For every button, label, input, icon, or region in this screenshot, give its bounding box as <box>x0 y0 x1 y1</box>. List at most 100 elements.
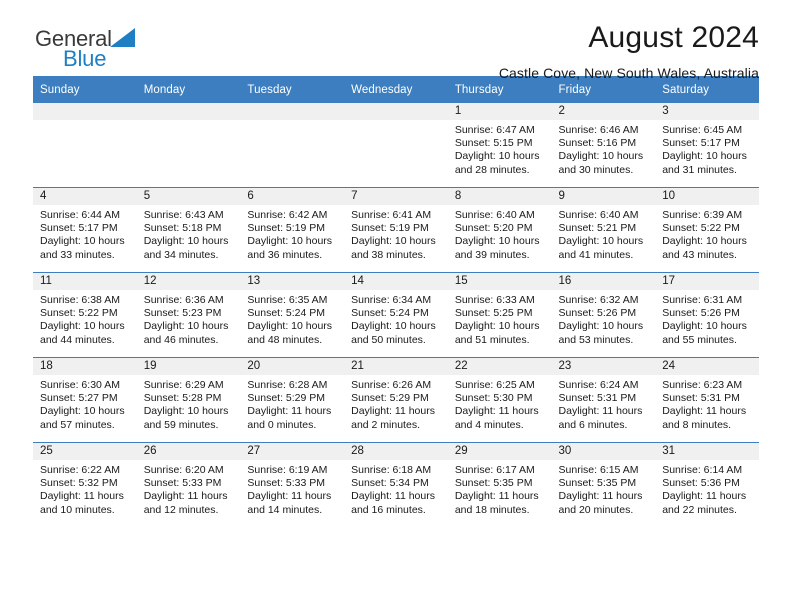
calendar-day-cell[interactable]: 10 Sunrise: 6:39 AM Sunset: 5:22 PM Dayligh… <box>655 187 759 273</box>
generalblue-logo[interactable]: General Blue <box>35 28 136 70</box>
calendar-day-cell[interactable]: 17 Sunrise: 6:31 AM Sunset: 5:26 PM Dayligh… <box>655 272 759 358</box>
day-number: 27 <box>240 443 345 460</box>
calendar-day-cell[interactable]: 22 Sunrise: 6:25 AM Sunset: 5:30 PM Dayligh… <box>447 357 552 443</box>
day-sun-info: Sunrise: 6:38 AM Sunset: 5:22 PM Daylight:… <box>33 290 137 347</box>
calendar-day-cell[interactable]: 6 Sunrise: 6:42 AM Sunset: 5:19 PM Daylight… <box>240 187 345 273</box>
day-number: 16 <box>551 273 656 290</box>
calendar-day-cell[interactable]: 26 Sunrise: 6:20 AM Sunset: 5:33 PM Dayligh… <box>136 442 241 527</box>
day-sun-info: Sunrise: 6:39 AM Sunset: 5:22 PM Daylight:… <box>655 205 759 262</box>
daylight-text-line2: and 50 minutes. <box>351 333 426 346</box>
calendar-day-cell[interactable]: 7 Sunrise: 6:41 AM Sunset: 5:19 PM Daylight… <box>344 187 448 273</box>
day-number <box>344 103 448 120</box>
page-header: General Blue August 2024 Castle Cove, Ne… <box>33 0 759 81</box>
calendar-day-cell[interactable]: 16 Sunrise: 6:32 AM Sunset: 5:26 PM Dayligh… <box>551 272 656 358</box>
day-box <box>136 103 241 187</box>
day-number: 7 <box>344 188 448 205</box>
daylight-text-line2: and 10 minutes. <box>40 503 115 516</box>
sunrise-text: Sunrise: 6:32 AM <box>558 294 639 306</box>
daylight-text-line2: and 46 minutes. <box>143 333 219 346</box>
daylight-text-line2: and 59 minutes. <box>143 418 219 431</box>
daylight-text-line1: Daylight: 11 hours <box>454 405 539 418</box>
daylight-text-line2: and 16 minutes. <box>351 503 426 516</box>
day-box: 3 Sunrise: 6:45 AM Sunset: 5:17 PM Daylight… <box>655 103 759 187</box>
calendar-day-cell[interactable]: 25 Sunrise: 6:22 AM Sunset: 5:32 PM Dayligh… <box>33 442 137 527</box>
day-sun-info: Sunrise: 6:24 AM Sunset: 5:31 PM Daylight:… <box>552 375 656 432</box>
calendar-day-cell[interactable]: 1 Sunrise: 6:47 AM Sunset: 5:15 PM Daylight… <box>447 103 552 188</box>
sunrise-text: Sunrise: 6:46 AM <box>558 124 639 136</box>
calendar-day-cell[interactable]: 5 Sunrise: 6:43 AM Sunset: 5:18 PM Daylight… <box>136 187 241 273</box>
day-number: 30 <box>551 443 656 460</box>
calendar-day-cell[interactable]: 12 Sunrise: 6:36 AM Sunset: 5:23 PM Dayligh… <box>136 272 241 358</box>
calendar-day-cell[interactable]: 15 Sunrise: 6:33 AM Sunset: 5:25 PM Dayligh… <box>447 272 552 358</box>
calendar-day-cell[interactable]: 18 Sunrise: 6:30 AM Sunset: 5:27 PM Dayligh… <box>33 357 137 443</box>
daylight-text-line1: Daylight: 10 hours <box>662 235 747 248</box>
title-block: August 2024 Castle Cove, New South Wales… <box>499 22 759 81</box>
weekday-header-tuesday: Tuesday <box>240 76 345 103</box>
sunset-text: Sunset: 5:19 PM <box>247 222 326 235</box>
sunrise-text: Sunrise: 6:15 AM <box>558 464 639 476</box>
day-sun-info: Sunrise: 6:19 AM Sunset: 5:33 PM Daylight:… <box>240 460 344 517</box>
sunrise-text: Sunrise: 6:20 AM <box>143 464 224 476</box>
day-box: 30 Sunrise: 6:15 AM Sunset: 5:35 PM Dayligh… <box>551 443 656 527</box>
day-number: 24 <box>655 358 759 375</box>
calendar-day-cell[interactable]: 21 Sunrise: 6:26 AM Sunset: 5:29 PM Dayligh… <box>344 357 448 443</box>
sunrise-text: Sunrise: 6:40 AM <box>454 209 535 221</box>
calendar-day-cell[interactable]: 14 Sunrise: 6:34 AM Sunset: 5:24 PM Dayligh… <box>344 272 448 358</box>
calendar-day-cell[interactable]: 9 Sunrise: 6:40 AM Sunset: 5:21 PM Daylight… <box>551 187 656 273</box>
calendar-day-cell[interactable]: 28 Sunrise: 6:18 AM Sunset: 5:34 PM Dayligh… <box>344 442 448 527</box>
calendar-day-cell[interactable]: 31 Sunrise: 6:14 AM Sunset: 5:36 PM Dayligh… <box>655 442 759 527</box>
sunset-text: Sunset: 5:35 PM <box>558 477 637 490</box>
day-box: 21 Sunrise: 6:26 AM Sunset: 5:29 PM Dayligh… <box>344 358 448 442</box>
daylight-text-line1: Daylight: 11 hours <box>351 405 435 418</box>
day-sun-info: Sunrise: 6:29 AM Sunset: 5:28 PM Daylight:… <box>137 375 241 432</box>
daylight-text-line1: Daylight: 11 hours <box>143 490 228 503</box>
calendar-day-cell[interactable]: 8 Sunrise: 6:40 AM Sunset: 5:20 PM Daylight… <box>447 187 552 273</box>
calendar-table: Sunday Monday Tuesday Wednesday Thursday… <box>33 76 759 527</box>
day-box: 22 Sunrise: 6:25 AM Sunset: 5:30 PM Dayligh… <box>447 358 552 442</box>
daylight-text-line2: and 30 minutes. <box>558 163 634 176</box>
day-number: 17 <box>655 273 759 290</box>
day-box: 1 Sunrise: 6:47 AM Sunset: 5:15 PM Daylight… <box>447 103 552 187</box>
daylight-text-line2: and 55 minutes. <box>662 333 737 346</box>
day-number: 6 <box>240 188 345 205</box>
calendar-day-cell[interactable]: 23 Sunrise: 6:24 AM Sunset: 5:31 PM Dayligh… <box>551 357 656 443</box>
calendar-day-cell[interactable]: 30 Sunrise: 6:15 AM Sunset: 5:35 PM Dayligh… <box>551 442 656 527</box>
calendar-day-cell[interactable]: 13 Sunrise: 6:35 AM Sunset: 5:24 PM Dayligh… <box>240 272 345 358</box>
day-number: 5 <box>136 188 241 205</box>
day-number: 26 <box>136 443 241 460</box>
sunset-text: Sunset: 5:27 PM <box>40 392 118 405</box>
sunset-text: Sunset: 5:26 PM <box>662 307 740 320</box>
calendar-day-cell[interactable]: 11 Sunrise: 6:38 AM Sunset: 5:22 PM Dayligh… <box>33 272 137 358</box>
calendar-day-cell[interactable]: 4 Sunrise: 6:44 AM Sunset: 5:17 PM Daylight… <box>33 187 137 273</box>
daylight-text-line2: and 20 minutes. <box>558 503 634 516</box>
daylight-text-line1: Daylight: 11 hours <box>40 490 124 503</box>
calendar-week-row: 18 Sunrise: 6:30 AM Sunset: 5:27 PM Dayligh… <box>33 357 759 443</box>
calendar-day-cell[interactable]: 27 Sunrise: 6:19 AM Sunset: 5:33 PM Dayligh… <box>240 442 345 527</box>
calendar-day-cell[interactable]: 2 Sunrise: 6:46 AM Sunset: 5:16 PM Daylight… <box>551 103 656 188</box>
day-box: 8 Sunrise: 6:40 AM Sunset: 5:20 PM Daylight… <box>447 188 552 272</box>
calendar-day-cell[interactable]: 20 Sunrise: 6:28 AM Sunset: 5:29 PM Dayligh… <box>240 357 345 443</box>
calendar-day-cell[interactable]: 19 Sunrise: 6:29 AM Sunset: 5:28 PM Dayligh… <box>136 357 241 443</box>
sunset-text: Sunset: 5:20 PM <box>454 222 533 235</box>
day-box: 2 Sunrise: 6:46 AM Sunset: 5:16 PM Daylight… <box>551 103 656 187</box>
day-sun-info: Sunrise: 6:14 AM Sunset: 5:36 PM Daylight:… <box>655 460 759 517</box>
daylight-text-line1: Daylight: 11 hours <box>662 490 747 503</box>
day-number: 13 <box>240 273 345 290</box>
calendar-day-cell[interactable]: 29 Sunrise: 6:17 AM Sunset: 5:35 PM Dayligh… <box>447 442 552 527</box>
sunset-text: Sunset: 5:18 PM <box>143 222 222 235</box>
calendar-day-cell[interactable]: 3 Sunrise: 6:45 AM Sunset: 5:17 PM Daylight… <box>655 103 759 188</box>
day-number: 12 <box>136 273 241 290</box>
calendar-day-cell[interactable]: 24 Sunrise: 6:23 AM Sunset: 5:31 PM Dayligh… <box>655 357 759 443</box>
calendar-cell-empty <box>344 103 448 188</box>
daylight-text-line1: Daylight: 10 hours <box>40 405 125 418</box>
day-number: 9 <box>551 188 656 205</box>
day-box: 10 Sunrise: 6:39 AM Sunset: 5:22 PM Dayligh… <box>655 188 759 272</box>
daylight-text-line2: and 34 minutes. <box>143 248 219 261</box>
sunset-text: Sunset: 5:29 PM <box>351 392 429 405</box>
day-box: 23 Sunrise: 6:24 AM Sunset: 5:31 PM Dayligh… <box>551 358 656 442</box>
day-sun-info: Sunrise: 6:31 AM Sunset: 5:26 PM Daylight:… <box>655 290 759 347</box>
day-sun-info: Sunrise: 6:28 AM Sunset: 5:29 PM Daylight:… <box>240 375 344 432</box>
daylight-text-line2: and 4 minutes. <box>454 418 524 431</box>
day-number: 19 <box>136 358 241 375</box>
day-box: 11 Sunrise: 6:38 AM Sunset: 5:22 PM Dayligh… <box>33 273 137 357</box>
